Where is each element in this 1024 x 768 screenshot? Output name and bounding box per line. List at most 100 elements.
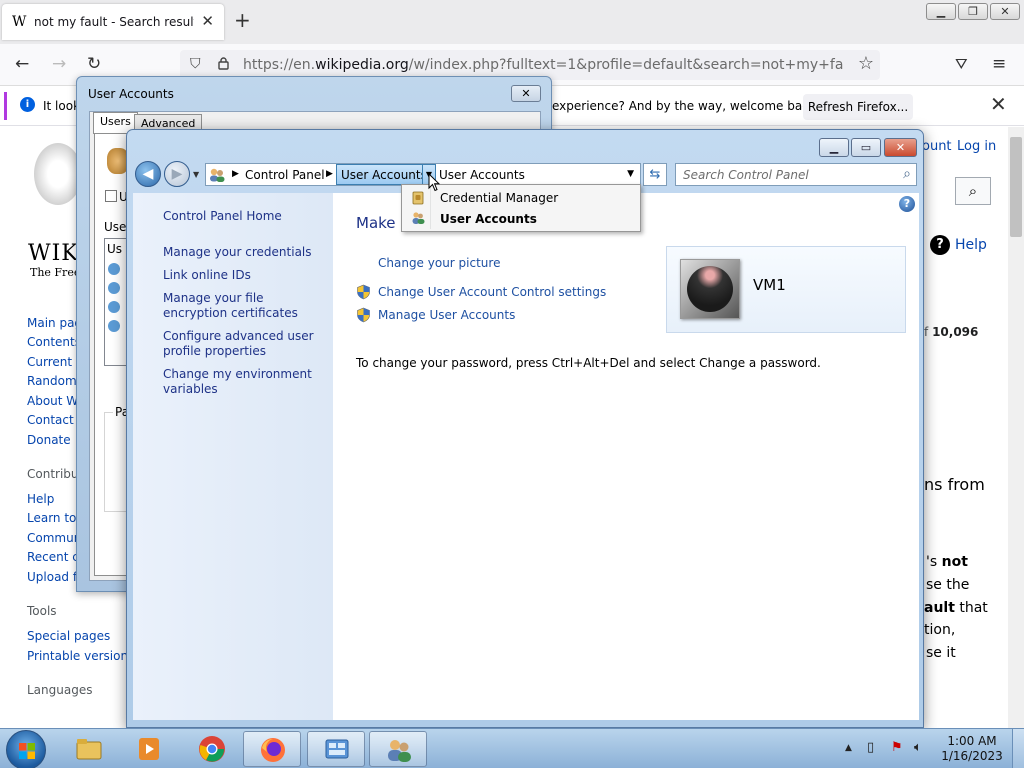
browser-tab[interactable]: W not my fault - Search results - W ✕: [2, 4, 224, 40]
windows-logo-icon: [19, 743, 35, 759]
user-accounts-icon: [210, 168, 225, 182]
link-online-ids[interactable]: Link online IDs: [163, 268, 331, 283]
menu-item-credential-manager[interactable]: Credential Manager: [440, 191, 558, 205]
network-icon[interactable]: ▯: [867, 740, 874, 755]
login-link[interactable]: Log in: [957, 139, 996, 154]
notification-text-start: It look: [43, 99, 81, 113]
user-icon: [108, 320, 120, 332]
list-header: Us: [107, 242, 123, 256]
close-window-button[interactable]: ✕: [990, 3, 1020, 20]
sidebar-link[interactable]: Special pages: [27, 629, 110, 643]
link-change-picture[interactable]: Change your picture: [378, 256, 500, 270]
taskbar-firefox[interactable]: [243, 731, 301, 767]
taskbar-chrome[interactable]: [183, 731, 241, 767]
taskbar-media-player[interactable]: [120, 731, 178, 767]
sidebar-link[interactable]: Current e: [27, 355, 83, 369]
bookmark-star-icon[interactable]: ☆: [858, 53, 874, 74]
forward-button[interactable]: ▶: [164, 161, 190, 187]
lock-icon[interactable]: [218, 57, 229, 70]
account-link[interactable]: ount: [922, 139, 952, 154]
breadcrumb-arrow-icon[interactable]: ▶: [326, 169, 333, 179]
close-tab-icon[interactable]: ✕: [201, 12, 214, 30]
password-instructions: To change your password, press Ctrl+Alt+…: [356, 356, 821, 370]
tools-heading: Tools: [27, 604, 57, 618]
menu-item-user-accounts[interactable]: User Accounts: [440, 212, 537, 226]
menu-icon[interactable]: ≡: [992, 55, 1006, 73]
help-icon[interactable]: ?: [930, 235, 950, 255]
turntable-icon: [687, 266, 733, 312]
wikipedia-logo-icon[interactable]: [34, 143, 82, 205]
sidebar-link[interactable]: Main pag: [27, 316, 82, 330]
pocket-icon[interactable]: ⛛: [955, 55, 968, 73]
back-arrow-icon[interactable]: ←: [15, 55, 29, 73]
reload-icon[interactable]: ↻: [87, 55, 101, 73]
show-desktop-button[interactable]: [1012, 729, 1024, 768]
sidebar-link[interactable]: Learn to: [27, 511, 76, 525]
tracking-shield-icon[interactable]: ⛉: [190, 56, 201, 72]
sidebar-link[interactable]: Donate: [27, 433, 71, 447]
link-manage-credentials[interactable]: Manage your credentials: [163, 245, 331, 260]
forward-arrow-icon[interactable]: →: [52, 55, 66, 73]
sidebar-link[interactable]: Upload fi: [27, 570, 80, 584]
start-button[interactable]: [6, 730, 46, 768]
taskbar-control-panel[interactable]: [307, 731, 365, 767]
minimize-button[interactable]: ▁: [819, 138, 849, 157]
sidebar-link[interactable]: Random: [27, 374, 77, 388]
breadcrumb-control-panel[interactable]: Control Panel: [245, 168, 325, 182]
breadcrumb-user-accounts[interactable]: User Accounts: [336, 164, 427, 185]
sidebar-link[interactable]: Recent c: [27, 550, 79, 564]
close-notification-icon[interactable]: ✕: [990, 92, 1007, 116]
sidebar-link[interactable]: Contents: [27, 335, 81, 349]
address-text: User Accounts: [439, 168, 525, 182]
user-tile: VM1: [666, 246, 906, 333]
new-tab-icon[interactable]: +: [234, 10, 251, 30]
link-file-encryption[interactable]: Manage your file encryption certificates: [163, 291, 331, 321]
help-link[interactable]: Help: [955, 237, 987, 253]
address-bar[interactable]: ▶ Control Panel ▶ User Accounts ▼ User A…: [205, 163, 641, 186]
taskbar-user-accounts[interactable]: [369, 731, 427, 767]
taskbar-explorer[interactable]: [60, 731, 118, 767]
minimize-button[interactable]: ▁: [926, 3, 956, 20]
dialog-close-button[interactable]: ✕: [511, 85, 541, 102]
user-accounts-icon: [412, 212, 425, 224]
languages-heading: Languages: [27, 683, 93, 697]
breadcrumb-arrow-icon[interactable]: ▶: [232, 169, 239, 179]
restore-button[interactable]: ❐: [958, 3, 988, 20]
result-snippet: se the: [926, 577, 970, 593]
result-snippet: 's not: [926, 554, 968, 570]
system-clock[interactable]: 1:00 AM 1/16/2023: [938, 734, 1006, 764]
result-snippet: tion,: [924, 622, 956, 638]
back-button[interactable]: ◀: [135, 161, 161, 187]
action-center-flag-icon[interactable]: ⚑: [891, 740, 903, 755]
address-history-dropdown-icon[interactable]: ▼: [627, 169, 634, 179]
main-content: ? Make c Change your picture Change User…: [333, 193, 919, 720]
clock-time: 1:00 AM: [947, 734, 997, 748]
volume-icon[interactable]: 🔈︎: [914, 740, 922, 755]
link-control-panel-home[interactable]: Control Panel Home: [163, 209, 331, 224]
link-manage-accounts[interactable]: Manage User Accounts: [378, 308, 515, 322]
close-button[interactable]: ✕: [884, 138, 917, 157]
taskbar: ▲ ▯ ⚑ 🔈︎ 1:00 AM 1/16/2023: [0, 728, 1024, 768]
link-uac-settings[interactable]: Change User Account Control settings: [378, 285, 606, 299]
sidebar-link[interactable]: Printable version: [27, 649, 128, 663]
refresh-icon[interactable]: ⇆: [643, 163, 667, 186]
checkbox[interactable]: [105, 190, 117, 202]
page-scrollbar[interactable]: [1008, 127, 1024, 728]
show-hidden-icons-icon[interactable]: ▲: [845, 743, 852, 753]
link-environment-variables[interactable]: Change my environment variables: [163, 367, 331, 397]
menu-gutter: [430, 187, 431, 229]
help-icon[interactable]: ?: [899, 196, 915, 212]
uac-shield-icon: [357, 284, 370, 300]
search-icon[interactable]: ⌕: [903, 166, 911, 182]
scrollbar-thumb[interactable]: [1010, 137, 1022, 237]
search-icon[interactable]: ⌕: [955, 177, 991, 205]
link-advanced-profile[interactable]: Configure advanced user profile properti…: [163, 329, 331, 359]
recent-pages-dropdown-icon[interactable]: ▼: [193, 170, 199, 179]
search-box[interactable]: Search Control Panel ⌕: [675, 163, 917, 186]
refresh-firefox-button[interactable]: Refresh Firefox...: [803, 94, 913, 120]
sidebar-link[interactable]: About Wi: [27, 394, 81, 408]
sidebar-link[interactable]: Commun: [27, 531, 81, 545]
user-picture[interactable]: [680, 259, 740, 319]
sidebar-link[interactable]: Help: [27, 492, 54, 506]
maximize-button[interactable]: ▭: [851, 138, 881, 157]
